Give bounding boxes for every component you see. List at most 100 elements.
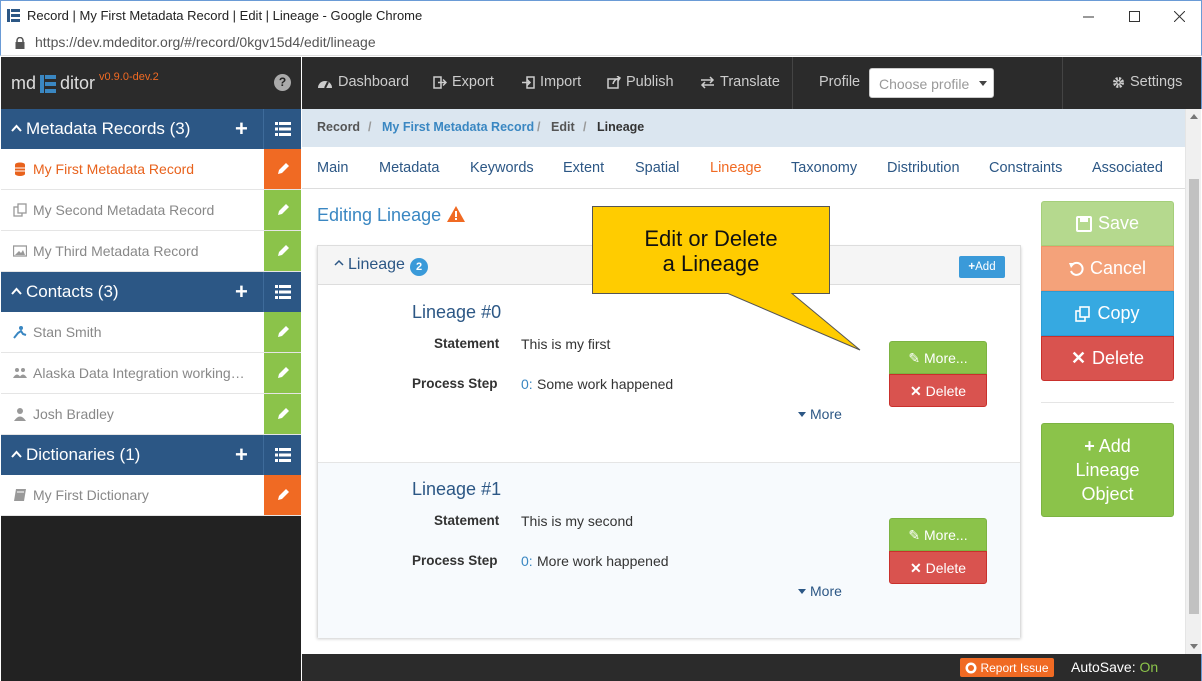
delete-lineage-button[interactable]: ✕ Delete xyxy=(889,551,987,584)
breadcrumb-separator: / xyxy=(583,120,587,134)
brand-logo[interactable]: md ditor xyxy=(11,73,95,94)
divider xyxy=(1041,402,1174,403)
add-record-icon[interactable]: + xyxy=(235,116,248,142)
add-contact-icon[interactable]: + xyxy=(235,279,248,305)
address-bar[interactable]: https://dev.mdeditor.org/#/record/0kgv15… xyxy=(0,30,1202,56)
section-header-contacts[interactable]: Contacts (3) + xyxy=(1,272,301,312)
nav-import[interactable]: Import xyxy=(521,74,581,90)
autosave-status[interactable]: AutoSave: On xyxy=(1071,659,1158,675)
delete-button-label: Delete xyxy=(925,560,967,576)
tab-main[interactable]: Main xyxy=(317,160,348,176)
scroll-up-icon[interactable] xyxy=(1190,114,1198,119)
sidebar-item-alaska[interactable]: Alaska Data Integration working… xyxy=(1,353,301,394)
more-button[interactable]: ✎ More... xyxy=(889,518,987,551)
edit-button[interactable] xyxy=(264,394,301,434)
window-titlebar: Record | My First Metadata Record | Edit… xyxy=(0,0,1202,30)
add-dictionary-icon[interactable]: + xyxy=(235,442,248,468)
warning-icon xyxy=(447,206,465,222)
chevron-up-icon xyxy=(334,259,344,266)
nav-settings[interactable]: Settings xyxy=(1112,74,1182,90)
more-link[interactable]: More xyxy=(798,406,842,422)
nav-import-label: Import xyxy=(540,74,582,90)
maximize-button[interactable] xyxy=(1111,1,1157,31)
edit-button[interactable] xyxy=(264,475,301,515)
more-button-label: More... xyxy=(924,350,968,366)
statement-label: Statement xyxy=(434,513,500,528)
plus-icon: + xyxy=(1084,436,1095,456)
report-issue-button[interactable]: Report Issue xyxy=(960,658,1054,677)
minimize-button[interactable] xyxy=(1065,1,1111,31)
lineage-item: Lineage #0 Statement This is my first Pr… xyxy=(318,286,1020,462)
sidebar-item-label: Alaska Data Integration working… xyxy=(33,365,245,381)
list-icon[interactable] xyxy=(275,448,291,462)
nav-publish[interactable]: Publish xyxy=(607,74,674,90)
tab-lineage[interactable]: Lineage xyxy=(710,160,762,176)
pencil-icon: ✎ xyxy=(908,527,925,543)
tab-associated[interactable]: Associated xyxy=(1092,160,1163,176)
brand-bar: md ditor v0.9.0-dev.2 ? xyxy=(1,57,301,109)
scroll-down-icon[interactable] xyxy=(1190,644,1198,649)
chevron-up-icon xyxy=(11,287,22,295)
close-button[interactable] xyxy=(1156,1,1202,31)
breadcrumb-edit[interactable]: Edit xyxy=(551,120,575,134)
delete-record-button[interactable]: ✕ Delete xyxy=(1041,336,1174,381)
times-icon: ✕ xyxy=(909,383,926,399)
statement-value: This is my second xyxy=(521,513,634,529)
help-icon[interactable]: ? xyxy=(274,74,291,91)
section-header-records[interactable]: Metadata Records (3) + xyxy=(1,109,301,149)
add-lineage-button[interactable]: +Add xyxy=(959,256,1005,278)
more-button[interactable]: ✎ More... xyxy=(889,341,987,374)
nav-translate[interactable]: Translate xyxy=(700,74,780,90)
more-button-label: More... xyxy=(924,527,968,543)
process-step-index: 0: xyxy=(521,376,533,392)
edit-button[interactable] xyxy=(264,353,301,393)
url-text[interactable]: https://dev.mdeditor.org/#/record/0kgv15… xyxy=(35,34,376,50)
nav-publish-label: Publish xyxy=(626,74,674,90)
edit-button[interactable] xyxy=(264,149,301,189)
section-header-dictionaries[interactable]: Dictionaries (1) + xyxy=(1,435,301,475)
save-button[interactable]: Save xyxy=(1041,201,1174,246)
sidebar-item-first-record[interactable]: My First Metadata Record xyxy=(1,149,301,190)
profile-select[interactable]: Choose profile xyxy=(869,68,994,98)
sidebar-item-label: My Second Metadata Record xyxy=(33,202,215,218)
tab-taxonomy[interactable]: Taxonomy xyxy=(791,160,857,176)
edit-button[interactable] xyxy=(264,231,301,271)
copy-icon xyxy=(13,203,27,217)
cancel-button[interactable]: Cancel xyxy=(1041,246,1174,291)
tab-keywords[interactable]: Keywords xyxy=(470,160,534,176)
copy-icon xyxy=(1075,305,1091,322)
sidebar-item-josh-bradley[interactable]: Josh Bradley xyxy=(1,394,301,435)
add-lineage-object-button[interactable]: + Add Lineage Object xyxy=(1041,423,1174,517)
tab-distribution[interactable]: Distribution xyxy=(887,160,960,176)
nav-dashboard[interactable]: Dashboard xyxy=(317,74,409,90)
list-icon[interactable] xyxy=(275,285,291,299)
cancel-label: Cancel xyxy=(1089,258,1147,278)
list-icon[interactable] xyxy=(275,122,291,136)
copy-button[interactable]: Copy xyxy=(1041,291,1174,336)
sidebar-item-first-dictionary[interactable]: My First Dictionary xyxy=(1,475,301,516)
divider xyxy=(263,272,264,312)
callout-line1: Edit or Delete xyxy=(644,226,778,251)
sidebar-item-label: My First Dictionary xyxy=(33,487,149,503)
sidebar-item-stan-smith[interactable]: Stan Smith xyxy=(1,312,301,353)
autosave-label: AutoSave: xyxy=(1071,659,1136,675)
lineage-title: Lineage #0 xyxy=(412,302,502,322)
nav-export[interactable]: Export xyxy=(433,74,494,90)
tab-metadata[interactable]: Metadata xyxy=(379,160,439,176)
scrollbar-thumb[interactable] xyxy=(1189,179,1199,614)
scrollbar[interactable] xyxy=(1185,109,1201,654)
edit-button[interactable] xyxy=(264,312,301,352)
undo-icon xyxy=(1068,261,1084,276)
tab-spatial[interactable]: Spatial xyxy=(635,160,679,176)
breadcrumb-record-name[interactable]: My First Metadata Record xyxy=(382,120,534,134)
sidebar-item-second-record[interactable]: My Second Metadata Record xyxy=(1,190,301,231)
delete-lineage-button[interactable]: ✕ Delete xyxy=(889,374,987,407)
tab-extent[interactable]: Extent xyxy=(563,160,604,176)
tab-constraints[interactable]: Constraints xyxy=(989,160,1062,176)
sidebar-item-third-record[interactable]: My Third Metadata Record xyxy=(1,231,301,272)
edit-button[interactable] xyxy=(264,190,301,230)
app-icon xyxy=(7,9,20,22)
breadcrumb-record[interactable]: Record xyxy=(317,120,360,134)
delete-label: Delete xyxy=(1092,348,1145,368)
more-link[interactable]: More xyxy=(798,583,842,599)
